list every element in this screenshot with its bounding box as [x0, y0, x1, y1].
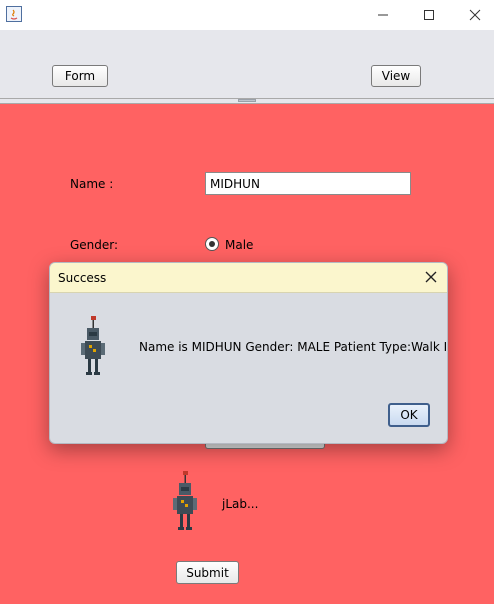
dialog-robot-icon	[81, 316, 105, 375]
toolbar-panel: Form View	[0, 30, 494, 98]
submit-button[interactable]: Submit	[176, 561, 239, 584]
minimize-icon[interactable]	[360, 0, 406, 30]
divider-grip[interactable]	[238, 99, 256, 102]
close-icon[interactable]	[452, 0, 494, 30]
title-bar	[0, 0, 494, 30]
dialog-close-icon[interactable]	[423, 269, 439, 285]
maximize-icon[interactable]	[406, 0, 452, 30]
gender-label: Gender:	[70, 238, 119, 252]
view-button[interactable]: View	[371, 65, 421, 87]
dialog-message: Name is MIDHUN Gender: MALE Patient Type…	[139, 340, 448, 354]
form-button[interactable]: Form	[52, 65, 108, 87]
male-radio-label[interactable]: Male	[225, 238, 253, 252]
dialog-title-bar: Success	[50, 263, 447, 293]
male-radio[interactable]	[205, 237, 219, 251]
success-dialog: Success Name is MIDHUN Gender: MALE Pati…	[49, 262, 448, 444]
robot-icon	[173, 471, 197, 530]
ok-button[interactable]: OK	[388, 403, 430, 427]
name-field[interactable]	[205, 172, 411, 195]
java-app-icon	[6, 6, 22, 22]
name-label: Name :	[70, 177, 114, 191]
robot-caption: jLab...	[222, 497, 259, 511]
dialog-title: Success	[58, 271, 107, 285]
